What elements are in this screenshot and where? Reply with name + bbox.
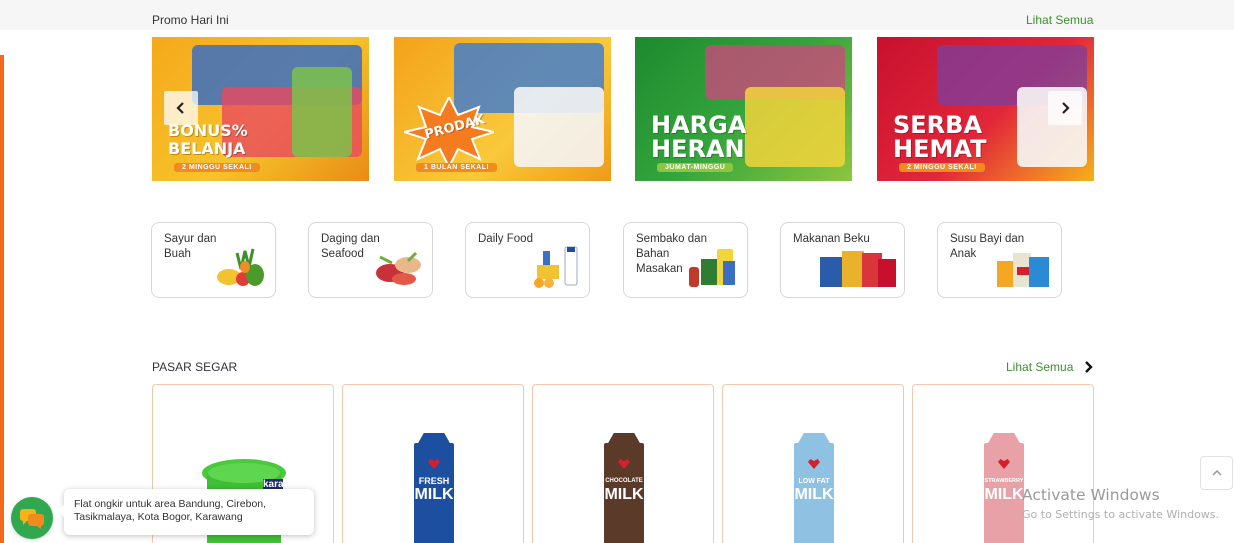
baby-milk-icon <box>997 253 1049 287</box>
daily-food-icon <box>534 246 578 288</box>
vegetables-icon <box>217 248 264 286</box>
frozen-food-icon <box>820 251 896 287</box>
chat-icon <box>20 509 44 529</box>
product-name: MILK <box>984 486 1024 503</box>
pasar-segar-title: PASAR SEGAR <box>152 360 238 374</box>
product-card[interactable]: FRESH MILK <box>342 384 524 543</box>
promo-banner-harga-heran[interactable]: HARGA HERAN JUMAT-MINGGU <box>635 37 852 181</box>
promo-banner-prodak[interactable]: PRODAK 1 BULAN SEKALI <box>394 37 611 181</box>
chevron-up-icon <box>1211 469 1222 476</box>
chevron-right-icon <box>1062 102 1070 114</box>
product-card[interactable]: LOW FAT MILK <box>722 384 904 543</box>
category-makanan-beku[interactable]: Makanan Beku <box>780 222 905 298</box>
product-card[interactable]: CHOCOLATE MILK <box>532 384 714 543</box>
product-variant: CHOCOLATE <box>605 478 643 484</box>
milk-carton-image: CHOCOLATE MILK <box>604 433 644 543</box>
banner-headline: HERAN <box>651 135 745 163</box>
promo-title: Promo Hari Ini <box>152 13 229 27</box>
product-variant: STRAWBERRY <box>984 478 1024 484</box>
banner-tag: 2 MINGGU SEKALI <box>899 163 985 172</box>
chat-button[interactable] <box>11 497 53 539</box>
activate-windows-subtitle: Go to Settings to activate Windows. <box>1022 508 1220 521</box>
category-sayur-dan-buah[interactable]: Sayur dan Buah <box>151 222 276 298</box>
pasar-see-all-link[interactable]: Lihat Semua <box>1006 360 1073 374</box>
left-accent-bar <box>0 55 4 543</box>
chevron-left-icon <box>176 102 184 114</box>
category-sembako-dan-bahan-masakan[interactable]: Sembako dan Bahan Masakan <box>623 222 748 298</box>
milk-carton-image: FRESH MILK <box>414 433 454 543</box>
promo-see-all-link[interactable]: Lihat Semua <box>1026 13 1093 27</box>
milk-carton-image: STRAWBERRY MILK <box>984 433 1024 543</box>
category-daily-food[interactable]: Daily Food <box>465 222 590 298</box>
milk-carton-image: LOW FAT MILK <box>794 433 834 543</box>
product-variant: LOW FAT <box>798 478 830 485</box>
banner-tag: JUMAT-MINGGU <box>657 163 734 172</box>
banner-headline: BELANJA <box>168 139 246 158</box>
carousel-next-button[interactable] <box>1048 91 1082 125</box>
category-susu-bayi-dan-anak[interactable]: Susu Bayi dan Anak <box>937 222 1062 298</box>
product-pile <box>514 87 604 167</box>
product-name: MILK <box>794 486 834 503</box>
product-name: MILK <box>414 486 454 503</box>
banner-tag: 1 BULAN SEKALI <box>416 163 497 172</box>
banner-headline: HARGA <box>651 111 747 139</box>
meat-seafood-icon <box>376 251 421 285</box>
activate-windows-title: Activate Windows <box>1022 486 1160 504</box>
banner-headline: BONUS% <box>168 121 248 140</box>
banner-headline: HEMAT <box>893 135 987 163</box>
chat-message-bubble[interactable]: Flat ongkir untuk area Bandung, Cirebon,… <box>58 489 314 535</box>
banner-tag: 2 MINGGU SEKALI <box>174 163 260 172</box>
category-daging-dan-seafood[interactable]: Daging dan Seafood <box>308 222 433 298</box>
groceries-icon <box>689 249 735 287</box>
scroll-to-top-button[interactable] <box>1200 456 1233 490</box>
page: Promo Hari Ini Lihat Semua BONUS% BELANJ… <box>0 0 1234 543</box>
chevron-right-icon[interactable] <box>1083 361 1095 373</box>
product-pile <box>292 67 352 157</box>
product-name: MILK <box>604 486 644 503</box>
carousel-prev-button[interactable] <box>164 91 198 125</box>
banner-headline: SERBA <box>893 111 983 139</box>
product-pile <box>745 87 845 167</box>
product-variant: FRESH <box>418 476 450 486</box>
